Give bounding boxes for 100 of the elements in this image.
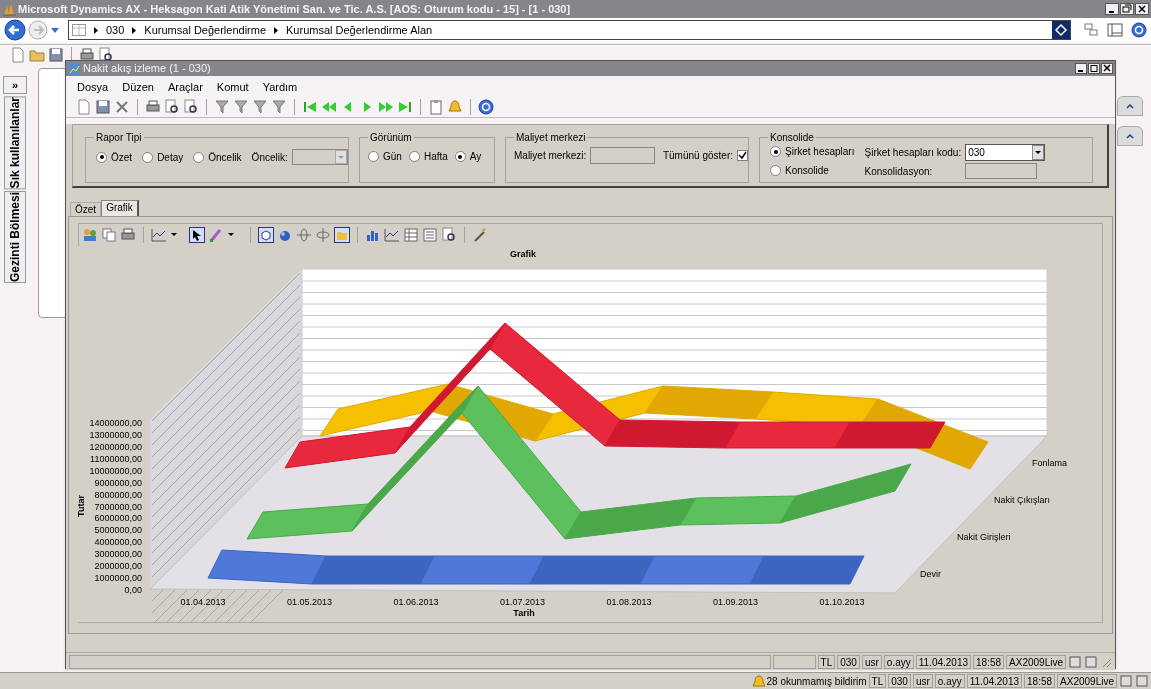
y-tick-label: 10000000,00 (89, 465, 142, 476)
y-tick-label: 6000000,00 (94, 513, 142, 524)
y-tick-label: 0,00 (124, 585, 142, 595)
magnifier-icon[interactable] (183, 98, 199, 115)
breadcrumb[interactable]: 030 (106, 21, 125, 39)
help-icon[interactable] (1131, 22, 1147, 38)
filter-icon[interactable] (271, 98, 287, 115)
database-icon[interactable] (1068, 655, 1082, 668)
radio-label: Gün (383, 150, 402, 164)
folder-icon[interactable] (334, 227, 350, 243)
document-icon[interactable] (76, 98, 92, 115)
field-label: Öncelik: (251, 150, 288, 165)
magnifier-icon[interactable] (98, 46, 114, 63)
database-icon[interactable] (1119, 675, 1133, 687)
status-cell: o.ayy (934, 674, 965, 688)
dropdown-caret-icon[interactable] (50, 25, 60, 35)
vertical-tab[interactable]: Gezinti Bölmesi (4, 191, 26, 284)
bell-icon (750, 674, 765, 688)
check-icon (738, 151, 747, 160)
close-button[interactable] (1135, 3, 1149, 15)
filter-icon[interactable] (252, 98, 268, 115)
wand-icon[interactable] (472, 227, 488, 243)
radio-button[interactable] (454, 151, 466, 162)
printer-icon[interactable] (145, 98, 161, 115)
breadcrumb[interactable]: Kurumsal Değerlendirme (144, 21, 267, 39)
radio-button[interactable] (770, 146, 781, 157)
magnifier-icon[interactable] (164, 98, 180, 115)
menu-item[interactable]: Dosya (77, 78, 109, 96)
group-title: Rapor Tipi (94, 130, 144, 145)
vertical-tab[interactable]: Sık kullanılanlar (4, 96, 26, 190)
document-icon[interactable] (10, 46, 26, 63)
printer-icon[interactable] (79, 46, 95, 63)
clipboard-icon[interactable] (428, 98, 444, 115)
expand-button[interactable]: » (3, 76, 27, 94)
radio-button[interactable] (142, 151, 154, 163)
database-icon[interactable] (1135, 675, 1149, 687)
status-cell: o.ayy (883, 654, 914, 669)
magnifier-icon[interactable] (441, 227, 457, 243)
tab[interactable]: Grafik (101, 200, 139, 216)
menu-item[interactable]: Araçlar (168, 78, 203, 96)
y-tick-label: 7000000,00 (94, 501, 142, 512)
filter-icon[interactable] (233, 98, 249, 115)
collapse-button[interactable] (1117, 96, 1143, 116)
y-tick-label: 8000000,00 (94, 489, 142, 500)
table-icon[interactable] (403, 227, 419, 243)
rotate-icon[interactable] (296, 227, 312, 243)
minimize-button[interactable] (1075, 63, 1087, 74)
windows-icon[interactable] (1083, 22, 1099, 38)
sync-icon[interactable] (1052, 21, 1070, 39)
series-label: Fonlama (1032, 458, 1067, 468)
status-cell: usr (912, 674, 933, 688)
save-icon[interactable] (95, 98, 111, 115)
people-icon[interactable] (82, 227, 98, 243)
radio-button[interactable] (770, 165, 781, 176)
chart-icon (68, 62, 80, 75)
y-tick-label: 11000000,00 (90, 453, 142, 464)
notification-text[interactable]: 28 okunmamış bildirim (766, 673, 867, 689)
menu-item[interactable]: Komut (216, 78, 249, 96)
input-field[interactable] (965, 163, 1038, 179)
back-button[interactable] (4, 19, 26, 41)
breadcrumb-arrow-icon (92, 25, 100, 35)
bell-icon[interactable] (447, 98, 463, 115)
axis-title: Tutar (76, 495, 86, 517)
printer-icon[interactable] (120, 227, 136, 243)
breadcrumb[interactable]: Kurumsal Değerlendirme Alan (286, 21, 433, 39)
save-icon[interactable] (48, 46, 64, 63)
close-button[interactable] (1101, 63, 1113, 74)
tab[interactable]: Özet (70, 202, 102, 216)
collapse-button[interactable] (1117, 126, 1143, 146)
line-chart-icon[interactable] (151, 227, 167, 243)
pointer-icon[interactable] (189, 227, 205, 243)
restore-button[interactable] (1120, 3, 1134, 15)
menu-item[interactable]: Yardım (262, 78, 298, 96)
help-icon[interactable] (478, 98, 494, 115)
delete-icon[interactable] (114, 98, 130, 115)
radio-button[interactable] (368, 151, 379, 162)
status-cell: usr (861, 654, 882, 669)
filter-icon[interactable] (214, 98, 230, 115)
menu-item[interactable]: Düzen (122, 78, 154, 96)
line-chart-icon[interactable] (384, 227, 400, 243)
checkbox[interactable] (737, 150, 748, 161)
status-cell: TL (868, 674, 887, 688)
copy-icon[interactable] (101, 227, 117, 243)
radio-label: Ay (469, 150, 482, 164)
address-bar[interactable]: 030 Kurumsal Değerlendirme Kurumsal Değerlendirme Alan (68, 20, 1071, 40)
dropdown-field[interactable] (291, 149, 348, 165)
radio-button[interactable] (408, 151, 420, 162)
x-tick-label: 01.09.2013 (713, 597, 758, 607)
panel-icon[interactable] (1107, 22, 1123, 38)
input-field[interactable] (590, 147, 655, 164)
group-title: Maliyet merkezi (514, 130, 588, 145)
database-icon[interactable] (1084, 655, 1098, 668)
minimize-button[interactable] (1105, 3, 1119, 15)
dropdown-field[interactable]: 030 (965, 144, 1046, 161)
series-label: Nakit Çıkışları (994, 495, 1050, 505)
maximize-button[interactable] (1088, 63, 1100, 74)
y-tick-label: 5000000,00 (94, 525, 142, 536)
radio-button[interactable] (96, 151, 107, 163)
x-tick-label: 01.04.2013 (180, 597, 226, 607)
radio-button[interactable] (193, 151, 205, 163)
